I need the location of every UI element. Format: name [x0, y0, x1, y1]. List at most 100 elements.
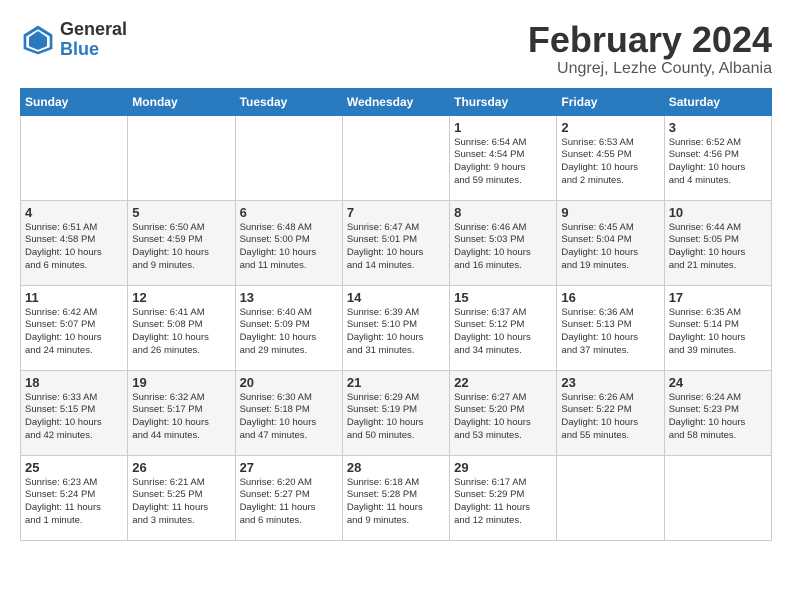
day-number: 26 — [132, 460, 230, 475]
location-subtitle: Ungrej, Lezhe County, Albania — [528, 60, 772, 78]
day-info: Sunrise: 6:32 AM Sunset: 5:17 PM Dayligh… — [132, 392, 230, 443]
calendar-cell: 22Sunrise: 6:27 AM Sunset: 5:20 PM Dayli… — [450, 370, 557, 455]
calendar-week-row: 18 Sunrise: 6:33 AM Sunset: 5:15 PM Dayli… — [21, 370, 772, 455]
calendar-cell: 28Sunrise: 6:18 AM Sunset: 5:28 PM Dayli… — [342, 455, 449, 540]
page-header: General Blue February 2024 Ungrej, Lezhe… — [20, 20, 772, 78]
title-block: February 2024 Ungrej, Lezhe County, Alba… — [528, 20, 772, 78]
month-year-title: February 2024 — [528, 20, 772, 60]
calendar-cell: 7 Sunrise: 6:47 AM Sunset: 5:01 PM Daylig… — [342, 200, 449, 285]
column-header-thursday: Thursday — [450, 88, 557, 115]
calendar-cell — [557, 455, 664, 540]
logo-text: General Blue — [60, 20, 127, 60]
calendar-cell: 29 Sunrise: 6:17 AM Sunset: 5:29 PM Dayli… — [450, 455, 557, 540]
calendar-cell: 18 Sunrise: 6:33 AM Sunset: 5:15 PM Dayli… — [21, 370, 128, 455]
calendar-cell: 5 Sunrise: 6:50 AM Sunset: 4:59 PM Daylig… — [128, 200, 235, 285]
day-number: 2 — [561, 120, 659, 135]
calendar-cell: 23 Sunrise: 6:26 AM Sunset: 5:22 PM Dayli… — [557, 370, 664, 455]
day-info: Sunrise: 6:46 AM Sunset: 5:03 PM Dayligh… — [454, 222, 552, 273]
day-number: 12 — [132, 290, 230, 305]
day-number: 14 — [347, 290, 445, 305]
day-number: 7 — [347, 205, 445, 220]
column-header-wednesday: Wednesday — [342, 88, 449, 115]
day-info: Sunrise: 6:20 AM Sunset: 5:27 PM Dayligh… — [240, 477, 338, 528]
calendar-cell: 25 Sunrise: 6:23 AM Sunset: 5:24 PM Dayli… — [21, 455, 128, 540]
day-number: 8 — [454, 205, 552, 220]
column-header-tuesday: Tuesday — [235, 88, 342, 115]
day-number: 13 — [240, 290, 338, 305]
day-info: Sunrise: 6:17 AM Sunset: 5:29 PM Dayligh… — [454, 477, 552, 528]
day-info: Sunrise: 6:44 AM Sunset: 5:05 PM Dayligh… — [669, 222, 767, 273]
column-header-monday: Monday — [128, 88, 235, 115]
column-header-friday: Friday — [557, 88, 664, 115]
calendar-week-row: 25 Sunrise: 6:23 AM Sunset: 5:24 PM Dayli… — [21, 455, 772, 540]
day-info: Sunrise: 6:50 AM Sunset: 4:59 PM Dayligh… — [132, 222, 230, 273]
logo: General Blue — [20, 20, 127, 60]
logo-blue-label: Blue — [60, 40, 127, 60]
day-number: 27 — [240, 460, 338, 475]
column-header-saturday: Saturday — [664, 88, 771, 115]
calendar-cell: 2 Sunrise: 6:53 AM Sunset: 4:55 PM Daylig… — [557, 115, 664, 200]
day-number: 24 — [669, 375, 767, 390]
day-number: 21 — [347, 375, 445, 390]
day-info: Sunrise: 6:41 AM Sunset: 5:08 PM Dayligh… — [132, 307, 230, 358]
calendar-cell: 16Sunrise: 6:36 AM Sunset: 5:13 PM Dayli… — [557, 285, 664, 370]
day-info: Sunrise: 6:23 AM Sunset: 5:24 PM Dayligh… — [25, 477, 123, 528]
day-info: Sunrise: 6:27 AM Sunset: 5:20 PM Dayligh… — [454, 392, 552, 443]
day-number: 15 — [454, 290, 552, 305]
calendar-cell: 8 Sunrise: 6:46 AM Sunset: 5:03 PM Daylig… — [450, 200, 557, 285]
calendar-cell: 12 Sunrise: 6:41 AM Sunset: 5:08 PM Dayli… — [128, 285, 235, 370]
calendar-week-row: 4Sunrise: 6:51 AM Sunset: 4:58 PM Daylig… — [21, 200, 772, 285]
calendar-cell: 20 Sunrise: 6:30 AM Sunset: 5:18 PM Dayli… — [235, 370, 342, 455]
day-info: Sunrise: 6:18 AM Sunset: 5:28 PM Dayligh… — [347, 477, 445, 528]
calendar-cell: 4Sunrise: 6:51 AM Sunset: 4:58 PM Daylig… — [21, 200, 128, 285]
day-info: Sunrise: 6:54 AM Sunset: 4:54 PM Dayligh… — [454, 137, 552, 188]
calendar-cell — [21, 115, 128, 200]
day-info: Sunrise: 6:37 AM Sunset: 5:12 PM Dayligh… — [454, 307, 552, 358]
calendar-cell: 9 Sunrise: 6:45 AM Sunset: 5:04 PM Daylig… — [557, 200, 664, 285]
day-info: Sunrise: 6:30 AM Sunset: 5:18 PM Dayligh… — [240, 392, 338, 443]
day-number: 16 — [561, 290, 659, 305]
day-info: Sunrise: 6:33 AM Sunset: 5:15 PM Dayligh… — [25, 392, 123, 443]
calendar-header-row: SundayMondayTuesdayWednesdayThursdayFrid… — [21, 88, 772, 115]
calendar-cell: 17Sunrise: 6:35 AM Sunset: 5:14 PM Dayli… — [664, 285, 771, 370]
day-number: 6 — [240, 205, 338, 220]
day-info: Sunrise: 6:51 AM Sunset: 4:58 PM Dayligh… — [25, 222, 123, 273]
day-info: Sunrise: 6:47 AM Sunset: 5:01 PM Dayligh… — [347, 222, 445, 273]
day-number: 29 — [454, 460, 552, 475]
calendar-cell — [128, 115, 235, 200]
day-number: 11 — [25, 290, 123, 305]
day-info: Sunrise: 6:53 AM Sunset: 4:55 PM Dayligh… — [561, 137, 659, 188]
day-number: 23 — [561, 375, 659, 390]
day-number: 5 — [132, 205, 230, 220]
day-number: 25 — [25, 460, 123, 475]
day-info: Sunrise: 6:35 AM Sunset: 5:14 PM Dayligh… — [669, 307, 767, 358]
day-info: Sunrise: 6:21 AM Sunset: 5:25 PM Dayligh… — [132, 477, 230, 528]
calendar-cell: 1Sunrise: 6:54 AM Sunset: 4:54 PM Daylig… — [450, 115, 557, 200]
day-number: 19 — [132, 375, 230, 390]
day-info: Sunrise: 6:48 AM Sunset: 5:00 PM Dayligh… — [240, 222, 338, 273]
calendar-cell: 13Sunrise: 6:40 AM Sunset: 5:09 PM Dayli… — [235, 285, 342, 370]
day-info: Sunrise: 6:52 AM Sunset: 4:56 PM Dayligh… — [669, 137, 767, 188]
day-number: 18 — [25, 375, 123, 390]
calendar-table: SundayMondayTuesdayWednesdayThursdayFrid… — [20, 88, 772, 541]
calendar-cell: 19 Sunrise: 6:32 AM Sunset: 5:17 PM Dayli… — [128, 370, 235, 455]
calendar-cell: 24Sunrise: 6:24 AM Sunset: 5:23 PM Dayli… — [664, 370, 771, 455]
calendar-cell: 26 Sunrise: 6:21 AM Sunset: 5:25 PM Dayli… — [128, 455, 235, 540]
day-number: 10 — [669, 205, 767, 220]
day-number: 9 — [561, 205, 659, 220]
calendar-cell: 21Sunrise: 6:29 AM Sunset: 5:19 PM Dayli… — [342, 370, 449, 455]
calendar-week-row: 1Sunrise: 6:54 AM Sunset: 4:54 PM Daylig… — [21, 115, 772, 200]
calendar-cell — [342, 115, 449, 200]
calendar-cell: 11Sunrise: 6:42 AM Sunset: 5:07 PM Dayli… — [21, 285, 128, 370]
day-number: 20 — [240, 375, 338, 390]
day-number: 3 — [669, 120, 767, 135]
calendar-cell — [664, 455, 771, 540]
calendar-cell: 27 Sunrise: 6:20 AM Sunset: 5:27 PM Dayli… — [235, 455, 342, 540]
calendar-cell: 14Sunrise: 6:39 AM Sunset: 5:10 PM Dayli… — [342, 285, 449, 370]
day-info: Sunrise: 6:45 AM Sunset: 5:04 PM Dayligh… — [561, 222, 659, 273]
day-info: Sunrise: 6:26 AM Sunset: 5:22 PM Dayligh… — [561, 392, 659, 443]
calendar-cell: 15 Sunrise: 6:37 AM Sunset: 5:12 PM Dayli… — [450, 285, 557, 370]
calendar-cell — [235, 115, 342, 200]
logo-icon — [20, 22, 56, 58]
column-header-sunday: Sunday — [21, 88, 128, 115]
